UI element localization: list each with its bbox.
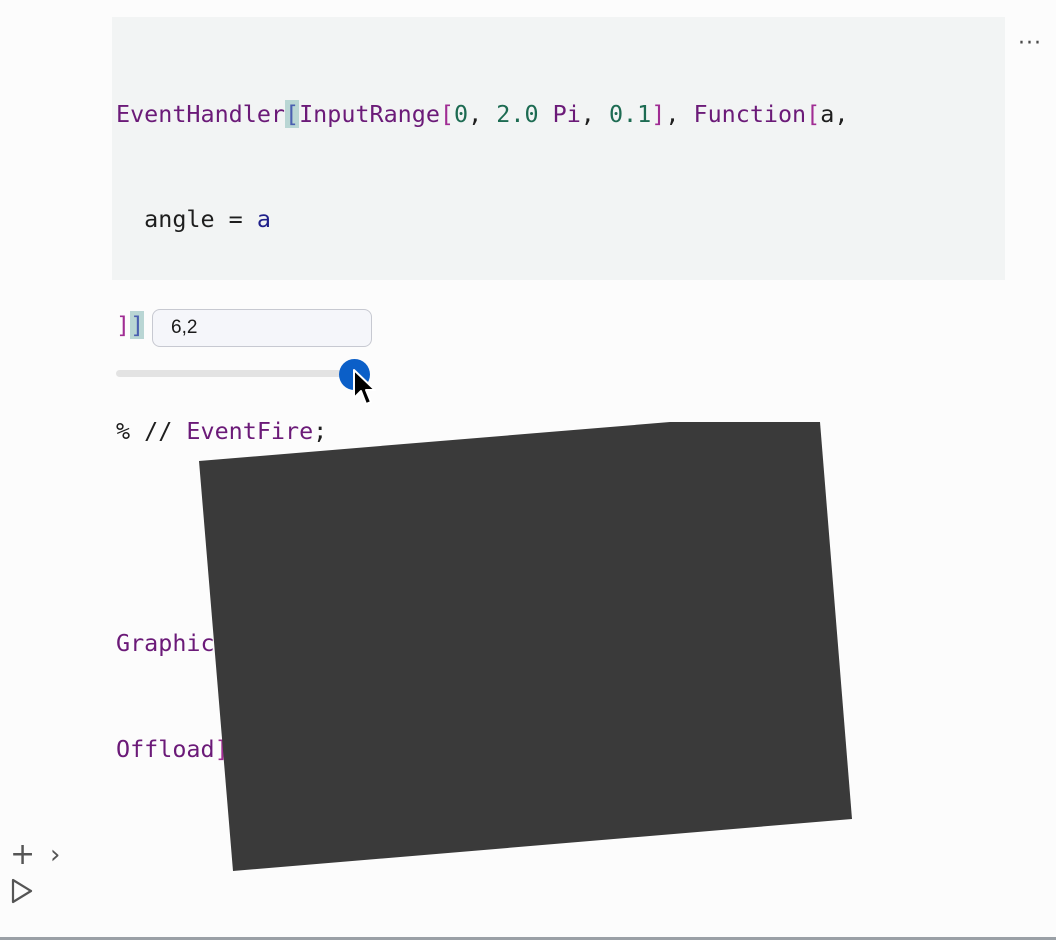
code-token: [ <box>327 629 342 658</box>
code-token: 0 <box>454 99 469 128</box>
code-token: [ <box>468 629 483 658</box>
code-token: 0.1 <box>608 99 652 128</box>
code-token: EventFire <box>186 417 314 446</box>
code-token: Function <box>693 99 807 128</box>
code-token: [ <box>228 629 243 658</box>
code-token: -1 <box>496 629 525 658</box>
code-token: , <box>637 629 652 658</box>
code-token: , <box>580 99 609 128</box>
code-token: 1 <box>651 629 666 658</box>
expand-icon[interactable]: › <box>50 840 60 870</box>
code-token: Rotate <box>242 629 328 658</box>
slider-track[interactable] <box>116 370 366 377</box>
code-token: 2.0 <box>496 99 539 128</box>
code-token: , <box>693 629 722 658</box>
code-token: , <box>580 629 609 658</box>
code-line-1: EventHandler[InputRange[0, 2.0 Pi, 0.1],… <box>116 97 1005 132</box>
code-token: Offload <box>116 734 215 763</box>
code-token: [ <box>439 99 455 128</box>
code-token: ; <box>313 417 328 446</box>
code-token: Graphics <box>116 629 229 658</box>
code-token: } <box>665 629 680 658</box>
play-icon[interactable] <box>10 877 34 905</box>
code-line-6: Graphics[Rotate[Rectangle[{-1,-1}, {1,1}… <box>116 626 1005 661</box>
code-token: ] <box>130 311 145 340</box>
code-line-4: % // EventFire; <box>116 414 1005 449</box>
code-line-7: Offload]] <box>116 732 1005 767</box>
code-token: [ <box>285 99 300 128</box>
range-value-field: 6,2 <box>152 309 372 347</box>
code-token: } <box>566 629 581 658</box>
code-token: , <box>468 99 497 128</box>
code-token: , <box>524 629 539 658</box>
code-token: 1 <box>623 629 638 658</box>
cell-menu-button[interactable]: ··· <box>1018 29 1042 59</box>
range-value: 6,2 <box>171 317 198 338</box>
code-token: ] <box>228 734 243 763</box>
code-token: { <box>482 629 497 658</box>
code-token: -1 <box>538 629 567 658</box>
code-token: ] <box>116 311 131 340</box>
code-token: ] <box>651 99 666 128</box>
code-token: a, <box>820 99 849 128</box>
code-token: Rectangle <box>341 629 469 658</box>
mouse-cursor-icon <box>353 369 376 405</box>
code-token: EventHandler <box>116 99 285 128</box>
code-token: // <box>792 629 835 658</box>
code-token: angle <box>721 629 793 658</box>
add-cell-icon[interactable]: + <box>10 840 35 870</box>
code-token: angle = <box>144 205 257 234</box>
code-token: Pi <box>552 99 581 128</box>
code-token: [ <box>806 99 821 128</box>
code-line-2: angle = a <box>116 202 1005 237</box>
code-token: ] <box>214 734 229 763</box>
code-token: { <box>609 629 624 658</box>
code-cell[interactable]: EventHandler[InputRange[0, 2.0 Pi, 0.1],… <box>112 17 1005 763</box>
code-token: InputRange <box>299 99 440 128</box>
code-token: % // <box>116 417 187 446</box>
code-token: , <box>665 99 694 128</box>
code-token: ] <box>679 629 694 658</box>
code-token: a <box>256 205 271 234</box>
